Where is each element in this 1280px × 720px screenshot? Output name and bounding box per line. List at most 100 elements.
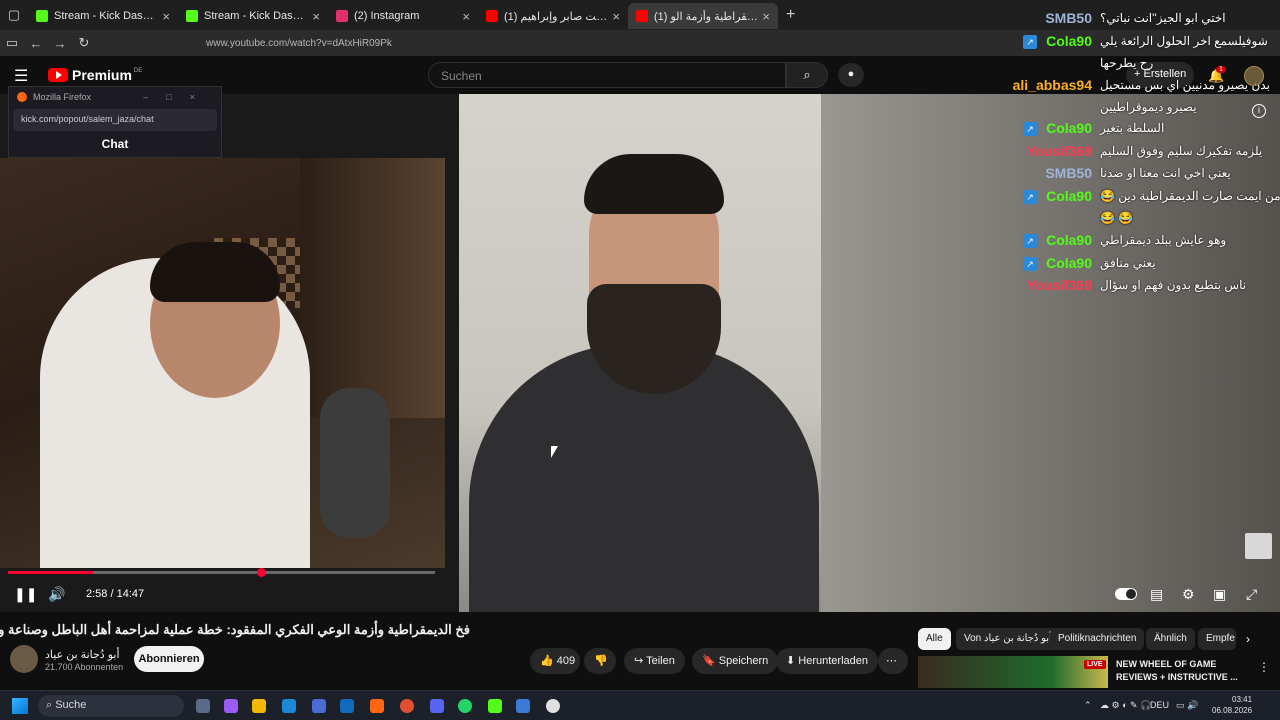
settings-icon[interactable]: ⚙ xyxy=(1182,586,1195,603)
channel-avatar[interactable] xyxy=(10,645,38,673)
chat-username[interactable]: Cola90 xyxy=(1046,232,1092,248)
subscribe-button[interactable]: Abonnieren xyxy=(134,646,204,672)
fullscreen-icon[interactable]: ⤢ xyxy=(1246,586,1257,603)
sidebar-toggle-icon[interactable]: ▭ xyxy=(0,35,24,51)
progress-scrubber[interactable] xyxy=(257,568,266,577)
subtitles-icon[interactable]: ▤ xyxy=(1150,586,1163,603)
save-button[interactable]: 🔖 Speichern xyxy=(692,648,779,674)
taskbar-search[interactable]: ⌕ Suche xyxy=(38,695,184,717)
chat-message: ↗ Cola90 السلطة بتغير xyxy=(1000,118,1280,140)
tray-overflow-icon[interactable]: ⌃ xyxy=(1084,700,1092,711)
microphone-icon[interactable]: ● xyxy=(838,63,864,87)
share-button[interactable]: ↪ Teilen xyxy=(624,648,685,674)
chat-username[interactable]: SMB50 xyxy=(1045,165,1092,181)
chat-username[interactable]: ali_abbas94 xyxy=(1013,77,1092,93)
clock[interactable]: 03:41 06.08.2026 xyxy=(1212,694,1252,716)
chat-username[interactable]: Cola90 xyxy=(1046,188,1092,204)
recommended-video-title[interactable]: NEW WHEEL OF GAME REVIEWS + INSTRUCTIVE … xyxy=(1116,658,1246,684)
info-icon[interactable]: i xyxy=(1252,104,1266,118)
tab-close-icon[interactable]: × xyxy=(762,9,770,24)
endscreen-thumbnail[interactable] xyxy=(1245,533,1272,559)
pause-icon[interactable]: ❚❚ xyxy=(14,586,37,603)
window-controls[interactable]: –□× xyxy=(143,92,213,102)
download-icon: ⬇ xyxy=(786,655,796,667)
chat-text: 😂 😂 xyxy=(1100,211,1134,225)
back-icon[interactable]: ← xyxy=(24,36,48,51)
dislike-button[interactable]: 👎 xyxy=(584,648,616,674)
chat-username[interactable]: Cola90 xyxy=(1046,33,1092,49)
browser-tab[interactable]: Stream - Kick Dashboard × xyxy=(28,3,178,29)
chat-username[interactable]: Cola90 xyxy=(1046,120,1092,136)
autoplay-toggle[interactable] xyxy=(1115,588,1137,600)
chat-text: يلزمه تفكيرك سليم وفوق السليم xyxy=(1100,144,1263,158)
video-title: فخ الديمقراطية وأزمة الوعي الفكري المفقو… xyxy=(0,622,470,637)
copilot-icon[interactable] xyxy=(224,699,238,713)
windows-start-icon[interactable] xyxy=(12,698,28,714)
reload-icon[interactable]: ↻ xyxy=(72,35,96,51)
menu-icon[interactable]: ☰ xyxy=(14,66,28,86)
chip-all[interactable]: Alle xyxy=(918,628,951,650)
more-actions-icon[interactable]: ⋯ xyxy=(878,648,908,674)
popout-url-field[interactable]: kick.com/popout/salem_jaza/chat xyxy=(13,109,217,131)
browser-tab[interactable]: (2) Instagram × xyxy=(328,3,478,29)
chat-text: رح يطرحها xyxy=(1100,56,1154,70)
chat-username[interactable]: Yousif369 xyxy=(1027,277,1092,293)
miniplayer-icon[interactable]: ▣ xyxy=(1213,586,1226,603)
store-icon[interactable] xyxy=(312,699,326,713)
chat-username[interactable]: Cola90 xyxy=(1046,255,1092,271)
forward-icon[interactable]: → xyxy=(48,36,72,51)
browser-tab[interactable]: Stream - Kick Dashboard × xyxy=(178,3,328,29)
edge-icon[interactable] xyxy=(282,699,296,713)
progress-fill xyxy=(8,571,94,574)
progress-bar[interactable] xyxy=(8,571,435,574)
new-tab-icon[interactable]: + xyxy=(786,6,795,24)
chat-text: ناس بتطيع بدون فهم او سؤال xyxy=(1100,278,1247,292)
chip-recommended[interactable]: Empfe xyxy=(1198,628,1236,650)
youtube-favicon-icon xyxy=(486,10,498,22)
tab-close-icon[interactable]: × xyxy=(612,9,620,24)
tab-close-icon[interactable]: × xyxy=(312,9,320,24)
firefox-popout-window[interactable]: Mozilla Firefox –□× kick.com/popout/sale… xyxy=(8,86,222,158)
app-icon[interactable] xyxy=(400,699,414,713)
search-input[interactable]: Suchen xyxy=(428,62,786,88)
chat-username[interactable]: SMB50 xyxy=(1045,10,1092,26)
popout-title: Mozilla Firefox xyxy=(33,92,92,102)
recommended-video-thumbnail[interactable] xyxy=(918,656,1108,688)
tray-icons[interactable]: ☁ ⚙ ◐ ✎ 🎧 xyxy=(1100,700,1151,711)
tab-overview-icon[interactable]: ▢ xyxy=(0,0,28,30)
kick-icon[interactable] xyxy=(488,699,502,713)
language-indicator[interactable]: DEU xyxy=(1150,700,1169,710)
browser-tab[interactable]: (1) مداخلة بهجت صابر وإبراهيم ... × xyxy=(478,3,628,29)
browser-tab-active[interactable]: (1) فخ الديمقراطية وأزمة الو × xyxy=(628,3,778,29)
chat-username[interactable]: Yousif369 xyxy=(1027,143,1092,159)
chat-message: SMB50 اختي ابو الجيز''انت نباتي؟ xyxy=(1000,8,1280,30)
discord-icon[interactable] xyxy=(430,699,444,713)
window-app-icon[interactable] xyxy=(516,699,530,713)
youtube-logo[interactable]: Premium DE xyxy=(48,67,142,83)
live-badge: LIVE xyxy=(1084,660,1106,669)
volume-icon[interactable]: 🔊 xyxy=(48,586,65,603)
firefox-icon xyxy=(17,92,27,102)
tab-close-icon[interactable]: × xyxy=(462,9,470,24)
search-icon[interactable]: ⌕ xyxy=(786,62,828,88)
url-field[interactable]: www.youtube.com/watch?v=dAtxHiR09Pk xyxy=(206,38,392,49)
task-view-icon[interactable] xyxy=(196,699,210,713)
file-explorer-icon[interactable] xyxy=(252,699,266,713)
whatsapp-icon[interactable] xyxy=(458,699,472,713)
tab-close-icon[interactable]: × xyxy=(162,9,170,24)
firefox-taskbar-icon[interactable] xyxy=(370,699,384,713)
download-label: Herunterladen xyxy=(798,655,868,667)
like-button[interactable]: 👍 409 xyxy=(530,648,580,674)
chip-similar[interactable]: Ähnlich xyxy=(1146,628,1195,650)
network-volume-icon[interactable]: ▭ 🔊 xyxy=(1176,700,1198,711)
tab-label: Stream - Kick Dashboard xyxy=(54,10,158,22)
download-button[interactable]: ⬇ Herunterladen xyxy=(776,648,878,674)
outlook-icon[interactable] xyxy=(340,699,354,713)
media-player-icon[interactable] xyxy=(546,699,560,713)
chip-politics[interactable]: Politiknachrichten xyxy=(1050,628,1145,650)
chip-channel[interactable]: Von أبو دُجانة بن عياد xyxy=(956,628,1060,650)
chat-text: يصيرو ديموقراطيين xyxy=(1100,100,1197,114)
more-options-icon[interactable]: ⋮ xyxy=(1258,660,1270,674)
chevron-right-icon[interactable]: › xyxy=(1246,632,1250,646)
channel-name[interactable]: أبو دُجانة بن عياد xyxy=(45,648,120,661)
